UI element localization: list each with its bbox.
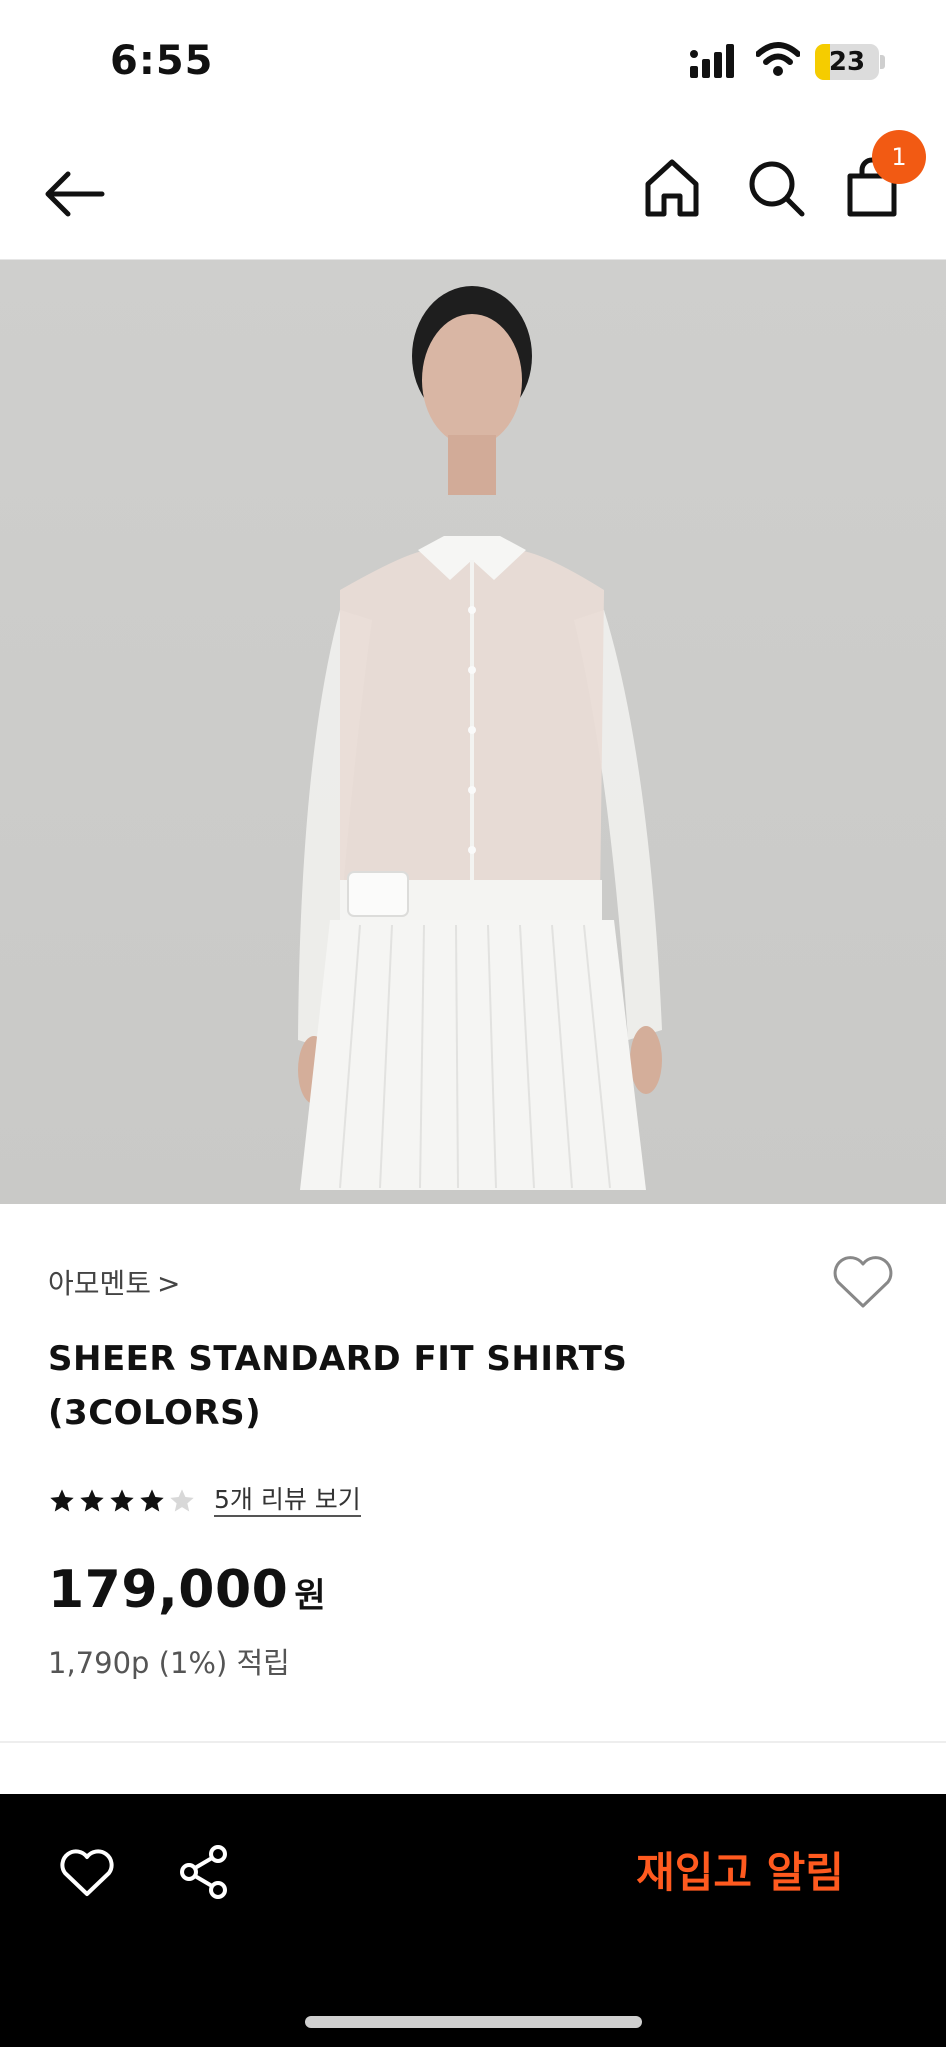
product-image[interactable] (0, 260, 946, 1204)
product-title-line2: (3COLORS) (48, 1393, 262, 1433)
battery-level: 23 (828, 47, 866, 77)
wishlist-heart-icon[interactable] (832, 1254, 894, 1310)
star-empty-icon (170, 1489, 194, 1512)
star-filled-icon (50, 1489, 74, 1512)
star-filled-icon (80, 1489, 104, 1512)
chevron-right-icon: > (157, 1267, 181, 1300)
cart-count-badge[interactable]: 1 (872, 130, 926, 184)
back-arrow-icon[interactable] (40, 160, 108, 228)
battery-nub (880, 55, 885, 69)
review-link[interactable]: 5개 리뷰 보기 (214, 1485, 361, 1517)
restock-alert-button[interactable]: 재입고 알림 (620, 1838, 860, 1908)
price-unit: 원 (294, 1576, 326, 1616)
reward-points: 1,790p (1%) 적립 (48, 1646, 290, 1680)
battery-icon: 23 (815, 44, 879, 80)
product-photo-illustration (298, 286, 662, 1190)
top-nav-bar (0, 120, 946, 260)
star-rating (48, 1487, 196, 1515)
status-bar: 6:55 23 (0, 0, 946, 120)
brand-name: 아모멘토 (48, 1267, 152, 1300)
star-filled-icon (110, 1489, 134, 1512)
home-indicator (305, 2016, 642, 2028)
price-row: 179,000 원 (48, 1560, 326, 1620)
product-title-line1: SHEER STANDARD FIT SHIRTS (48, 1339, 628, 1379)
brand-link[interactable]: 아모멘토 > (48, 1262, 181, 1302)
signal-icon (690, 44, 734, 78)
home-icon[interactable] (640, 156, 704, 220)
star-filled-icon (140, 1489, 164, 1512)
wifi-icon (756, 42, 800, 76)
section-divider (0, 1741, 946, 1743)
rating-row: 5개 리뷰 보기 (48, 1484, 361, 1518)
status-time: 6:55 (110, 38, 214, 84)
share-icon[interactable] (178, 1844, 230, 1900)
price-value: 179,000 (48, 1560, 289, 1620)
bottom-action-bar: 재입고 알림 (0, 1794, 946, 2047)
search-icon[interactable] (744, 156, 808, 220)
heart-icon[interactable] (60, 1848, 114, 1898)
product-title: SHEER STANDARD FIT SHIRTS (3COLORS) (48, 1332, 768, 1440)
